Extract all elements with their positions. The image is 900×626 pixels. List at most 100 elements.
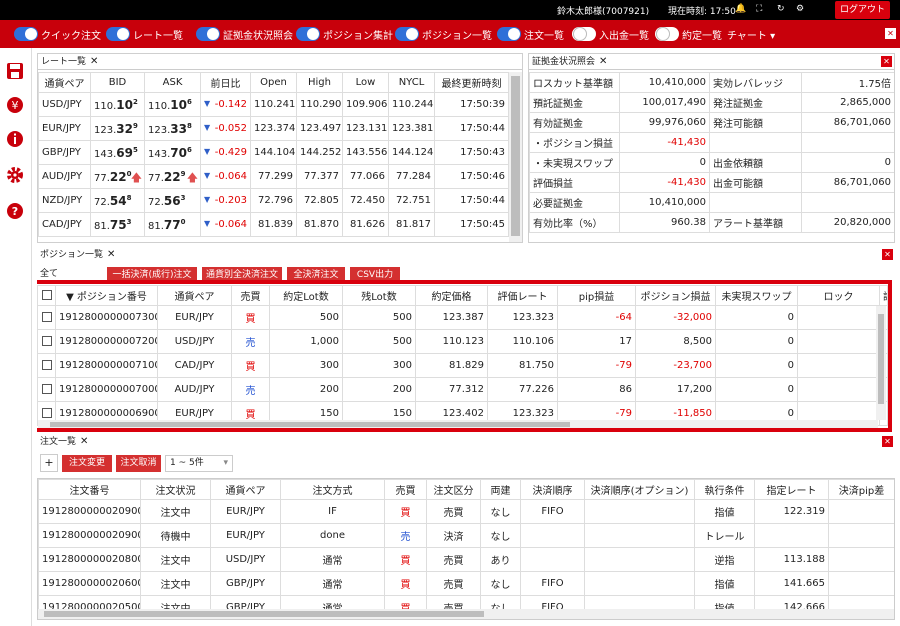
toggle-switch[interactable] (196, 27, 220, 41)
position-col-header[interactable]: 通貨ペア (157, 285, 232, 306)
row-checkbox[interactable] (37, 377, 56, 402)
position-list-tab[interactable]: ポジション一覧 ✕ (37, 247, 895, 263)
position-col-header[interactable]: ポジション損益 (635, 285, 716, 306)
checkbox[interactable] (41, 408, 52, 418)
close-icon[interactable]: ✕ (107, 249, 115, 260)
help-icon[interactable]: ? (6, 202, 24, 220)
row-checkbox[interactable] (37, 353, 56, 378)
toggle-switch[interactable] (572, 27, 596, 41)
rate-col-header[interactable]: Low (342, 72, 389, 93)
bell-icon[interactable]: 🔔 (735, 4, 746, 14)
panel-close-icon[interactable]: ✕ (882, 249, 893, 260)
rate-col-header[interactable]: BID (90, 72, 145, 93)
toggle-switch[interactable] (497, 27, 521, 41)
position-row[interactable]: 1912800000007000 AUD/JPY 売 200 200 77.312 77.2… (37, 377, 888, 402)
position-col-header[interactable]: 評価レート (487, 285, 558, 306)
panel-close-icon[interactable]: ✕ (882, 436, 893, 447)
position-col-header[interactable]: ▼ ポジション番号 (55, 285, 158, 306)
position-col-header[interactable]: 売買 (231, 285, 270, 306)
rate-row[interactable]: NZD/JPY 72.548 72.563 ▼ -0.203 72.796 72.805 72… (38, 188, 509, 213)
order-row[interactable]: 1912800000020800 注文中 USD/JPY 通常買売買 あり 逆指 113.1… (38, 547, 894, 572)
ask-price[interactable]: 123.338 (144, 116, 201, 141)
close-icon[interactable]: ✕ (90, 56, 98, 67)
bid-price[interactable]: 72.548 (90, 188, 145, 213)
logout-button[interactable]: ログアウト (835, 1, 890, 19)
toggle-2[interactable]: 証拠金状況照会 (196, 27, 293, 42)
rate-row[interactable]: AUD/JPY 77.220 🡅 77.229 🡅 ▼ -0.064 77.299 77.377… (38, 164, 509, 189)
position-col-header[interactable]: 評価損 (879, 285, 888, 306)
page-range-select[interactable]: 1 ~ 5件 ▾ (165, 455, 233, 472)
order-col-header[interactable]: 注文方式 (280, 479, 385, 500)
row-checkbox[interactable] (37, 305, 56, 330)
checkbox[interactable] (41, 290, 52, 300)
order-col-header[interactable]: 両建 (480, 479, 521, 500)
rate-row[interactable]: CAD/JPY 81.753 81.770 ▼ -0.064 81.839 81.870 81… (38, 212, 509, 237)
rate-row[interactable]: GBP/JPY 143.695 143.706 ▼ -0.429 144.104 144.2… (38, 140, 509, 165)
position-col-header[interactable]: 残Lot数 (342, 285, 416, 306)
order-col-header[interactable]: 売買 (384, 479, 427, 500)
rate-scrollbar[interactable] (509, 72, 522, 242)
order-list-tab[interactable]: 注文一覧 ✕ (37, 434, 895, 450)
rate-col-header[interactable]: 前日比 (200, 72, 251, 93)
ask-price[interactable]: 110.106 (144, 92, 201, 117)
order-col-header[interactable]: 注文区分 (426, 479, 481, 500)
order-h-scrollbar[interactable] (38, 609, 894, 619)
toggle-6[interactable]: 入出金一覧 (572, 27, 649, 42)
refresh-icon[interactable]: ↻ (777, 4, 785, 14)
position-filter-select[interactable]: 全て (40, 266, 58, 279)
toggle-switch[interactable] (655, 27, 679, 41)
order-col-header[interactable]: 決済順序 (520, 479, 585, 500)
bid-price[interactable]: 77.220 🡅 (90, 164, 145, 189)
position-col-header[interactable]: ロック (797, 285, 880, 306)
position-col-header[interactable]: pip損益 (557, 285, 636, 306)
position-row[interactable]: 1912800000007300 EUR/JPY 買 500 500 123.387 123… (37, 305, 888, 330)
rate-col-header[interactable]: 通貨ペア (38, 72, 91, 93)
toggle-4[interactable]: ポジション一覧 (395, 27, 492, 42)
select-all-checkbox[interactable] (37, 285, 56, 306)
save-icon[interactable] (6, 62, 24, 80)
lock-cell[interactable] (797, 353, 880, 378)
gear-icon[interactable]: ⚙ (796, 4, 804, 14)
ask-price[interactable]: 77.229 🡅 (144, 164, 201, 189)
position-row[interactable]: 1912800000007100 CAD/JPY 買 300 300 81.829 81.7… (37, 353, 888, 378)
toggle-5[interactable]: 注文一覧 (497, 27, 564, 42)
position-row[interactable]: 1912800000007200 USD/JPY 売 1,000 500 110.123 1… (37, 329, 888, 354)
order-col-header[interactable]: 執行条件 (694, 479, 755, 500)
lock-cell[interactable] (797, 377, 880, 402)
settings-icon[interactable] (6, 166, 24, 184)
rate-col-header[interactable]: ASK (144, 72, 201, 93)
bid-price[interactable]: 123.329 (90, 116, 145, 141)
bid-price[interactable]: 81.753 (90, 212, 145, 237)
yen-icon[interactable]: ¥ (6, 96, 24, 114)
checkbox[interactable] (41, 336, 52, 346)
rate-col-header[interactable]: 最終更新時刻 (434, 72, 509, 93)
order-col-header[interactable]: 注文番号 (38, 479, 141, 500)
checkbox[interactable] (41, 312, 52, 322)
rate-col-header[interactable]: High (296, 72, 343, 93)
modify-order-button[interactable]: 注文変更 (62, 455, 112, 472)
close-icon[interactable]: ✕ (885, 28, 896, 39)
toggle-switch[interactable] (296, 27, 320, 41)
toggle-switch[interactable] (106, 27, 130, 41)
rate-col-header[interactable]: Open (250, 72, 297, 93)
rate-col-header[interactable]: NYCL (388, 72, 435, 93)
order-col-header[interactable]: 決済pip差 (828, 479, 894, 500)
margin-status-tab[interactable]: 証拠金状況照会 ✕ (529, 54, 894, 70)
toggle-7[interactable]: 約定一覧 (655, 27, 722, 42)
checkbox[interactable] (41, 360, 52, 370)
order-row[interactable]: 1912800000020900 待機中 EUR/JPY done 売決済 なし トレール (38, 523, 894, 548)
rate-row[interactable]: USD/JPY 110.102 110.106 ▼ -0.142 110.241 110.2… (38, 92, 509, 117)
ask-price[interactable]: 72.563 (144, 188, 201, 213)
fullscreen-icon[interactable]: ⛶ (756, 4, 762, 14)
order-col-header[interactable]: 注文状況 (140, 479, 211, 500)
toggle-1[interactable]: レート一覧 (106, 27, 183, 42)
position-col-header[interactable]: 未実現スワップ (715, 285, 798, 306)
position-col-header[interactable]: 約定Lot数 (269, 285, 343, 306)
toggle-switch[interactable] (14, 27, 38, 41)
order-row[interactable]: 1912800000020600 注文中 GBP/JPY 通常買売買 なし FIFO 指値 1… (38, 571, 894, 596)
rate-list-tab[interactable]: レート一覧 ✕ (38, 54, 522, 70)
toggle-0[interactable]: クイック注文 (14, 27, 101, 42)
checkbox[interactable] (41, 384, 52, 394)
row-checkbox[interactable] (37, 329, 56, 354)
position-col-header[interactable]: 約定価格 (415, 285, 488, 306)
